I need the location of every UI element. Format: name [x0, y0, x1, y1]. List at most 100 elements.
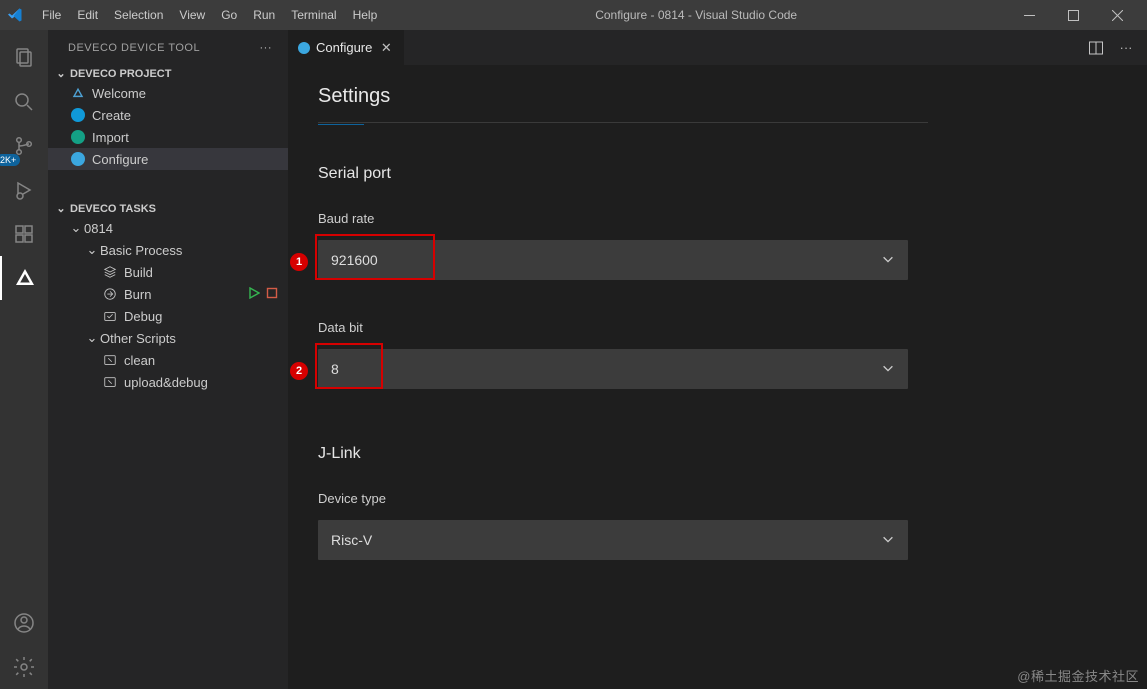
settings-label: Settings	[318, 85, 390, 107]
deveco-tasks-tree: ⌄ 0814 ⌄ Basic Process Build Burn	[48, 217, 288, 399]
chevron-down-icon	[881, 532, 895, 549]
title-bar: File Edit Selection View Go Run Terminal…	[0, 0, 1147, 30]
menu-edit[interactable]: Edit	[69, 8, 106, 22]
sidebar-item-label: Configure	[92, 152, 148, 167]
watermark: @稀土掘金技术社区	[1017, 666, 1139, 685]
sidebar-item-configure[interactable]: Configure	[48, 148, 288, 170]
tab-label: Configure	[316, 40, 372, 55]
split-editor-icon[interactable]	[1085, 37, 1107, 59]
close-button[interactable]	[1095, 0, 1139, 30]
activity-extensions[interactable]	[0, 212, 48, 256]
data-bit-label: Data bit	[318, 320, 1117, 335]
editor-tabs: Configure ✕ ···	[288, 30, 1147, 65]
jlink-title: J-Link	[318, 445, 1117, 463]
menu-go[interactable]: Go	[213, 8, 245, 22]
settings-active-underline	[318, 124, 364, 125]
deveco-project-label: DEVECO PROJECT	[70, 68, 171, 80]
create-icon	[70, 107, 86, 123]
task-root-label: 0814	[84, 221, 113, 236]
activity-scm[interactable]: 2K+	[0, 124, 48, 168]
sidebar-item-label: Welcome	[92, 86, 146, 101]
sidebar: DEVECO DEVICE TOOL ··· ⌄ DEVECO PROJECT …	[48, 30, 288, 689]
baud-rate-value: 921600	[331, 252, 378, 268]
task-debug[interactable]: Debug	[48, 305, 288, 327]
sidebar-header: DEVECO DEVICE TOOL ···	[48, 30, 288, 65]
stop-task-icon[interactable]	[266, 287, 278, 302]
menu-run[interactable]: Run	[245, 8, 283, 22]
chevron-down-icon: ⌄	[86, 242, 98, 258]
task-basic-label: Basic Process	[100, 243, 182, 258]
chevron-down-icon	[881, 361, 895, 378]
settings-divider	[318, 122, 928, 123]
data-bit-value: 8	[331, 361, 339, 377]
menu-help[interactable]: Help	[345, 8, 386, 22]
script-icon	[102, 374, 118, 390]
window-title: Configure - 0814 - Visual Studio Code	[385, 8, 1007, 22]
task-burn[interactable]: Burn	[48, 283, 288, 305]
tab-configure[interactable]: Configure ✕	[288, 30, 405, 65]
sidebar-item-label: Create	[92, 108, 131, 123]
activity-explorer[interactable]	[0, 36, 48, 80]
editor-more-icon[interactable]: ···	[1115, 37, 1137, 59]
vscode-icon	[8, 7, 24, 23]
device-type-value: Risc-V	[331, 532, 372, 548]
activity-bar: 2K+	[0, 30, 48, 689]
settings-tab[interactable]: Settings	[318, 85, 390, 116]
deveco-tasks-label: DEVECO TASKS	[70, 203, 156, 215]
device-type-field: Device type Risc-V	[318, 491, 1117, 560]
jlink-section: J-Link Device type Risc-V	[318, 445, 1117, 560]
configure-icon	[70, 151, 86, 167]
task-label: Burn	[124, 287, 151, 302]
activity-search[interactable]	[0, 80, 48, 124]
minimize-button[interactable]	[1007, 0, 1051, 30]
serial-port-title: Serial port	[318, 165, 1117, 183]
deveco-tasks-section[interactable]: ⌄ DEVECO TASKS	[48, 200, 288, 217]
welcome-icon	[70, 85, 86, 101]
task-build[interactable]: Build	[48, 261, 288, 283]
activity-deveco[interactable]	[0, 256, 48, 300]
device-type-dropdown[interactable]: Risc-V	[318, 520, 908, 560]
annotation-badge-2: 2	[290, 362, 308, 380]
menu-selection[interactable]: Selection	[106, 8, 171, 22]
editor-actions: ···	[1085, 37, 1147, 59]
menu-view[interactable]: View	[171, 8, 213, 22]
data-bit-dropdown[interactable]: 8	[318, 349, 908, 389]
annotation-badge-1: 1	[290, 253, 308, 271]
debug-icon	[102, 308, 118, 324]
sidebar-item-label: Import	[92, 130, 129, 145]
task-clean[interactable]: clean	[48, 349, 288, 371]
task-label: Debug	[124, 309, 162, 324]
editor: Configure ✕ ··· Settings Serial port	[288, 30, 1147, 689]
activity-accounts[interactable]	[0, 601, 48, 645]
menu-file[interactable]: File	[34, 8, 69, 22]
task-upload-debug[interactable]: upload&debug	[48, 371, 288, 393]
activity-settings[interactable]	[0, 645, 48, 689]
task-root-0814[interactable]: ⌄ 0814	[48, 217, 288, 239]
task-label: clean	[124, 353, 155, 368]
tab-close-icon[interactable]: ✕	[378, 40, 394, 56]
editor-body: Settings Serial port Baud rate 921600 1	[288, 65, 1147, 689]
run-task-icon[interactable]	[248, 287, 260, 302]
device-type-label: Device type	[318, 491, 1117, 506]
chevron-down-icon: ⌄	[56, 67, 66, 80]
menu-terminal[interactable]: Terminal	[283, 8, 344, 22]
sidebar-item-welcome[interactable]: Welcome	[48, 82, 288, 104]
maximize-button[interactable]	[1051, 0, 1095, 30]
deveco-project-section[interactable]: ⌄ DEVECO PROJECT	[48, 65, 288, 82]
import-icon	[70, 129, 86, 145]
serial-port-section: Serial port Baud rate 921600 1 Data bit	[318, 165, 1117, 389]
chevron-down-icon: ⌄	[56, 202, 66, 215]
chevron-down-icon: ⌄	[86, 330, 98, 346]
chevron-down-icon	[881, 252, 895, 269]
task-basic-process[interactable]: ⌄ Basic Process	[48, 239, 288, 261]
task-label: Build	[124, 265, 153, 280]
sidebar-more-icon[interactable]: ···	[260, 42, 273, 54]
sidebar-item-import[interactable]: Import	[48, 126, 288, 148]
sidebar-item-create[interactable]: Create	[48, 104, 288, 126]
baud-rate-dropdown[interactable]: 921600	[318, 240, 908, 280]
task-label: upload&debug	[124, 375, 208, 390]
baud-rate-label: Baud rate	[318, 211, 1117, 226]
script-icon	[102, 352, 118, 368]
activity-run[interactable]	[0, 168, 48, 212]
task-other-scripts[interactable]: ⌄ Other Scripts	[48, 327, 288, 349]
